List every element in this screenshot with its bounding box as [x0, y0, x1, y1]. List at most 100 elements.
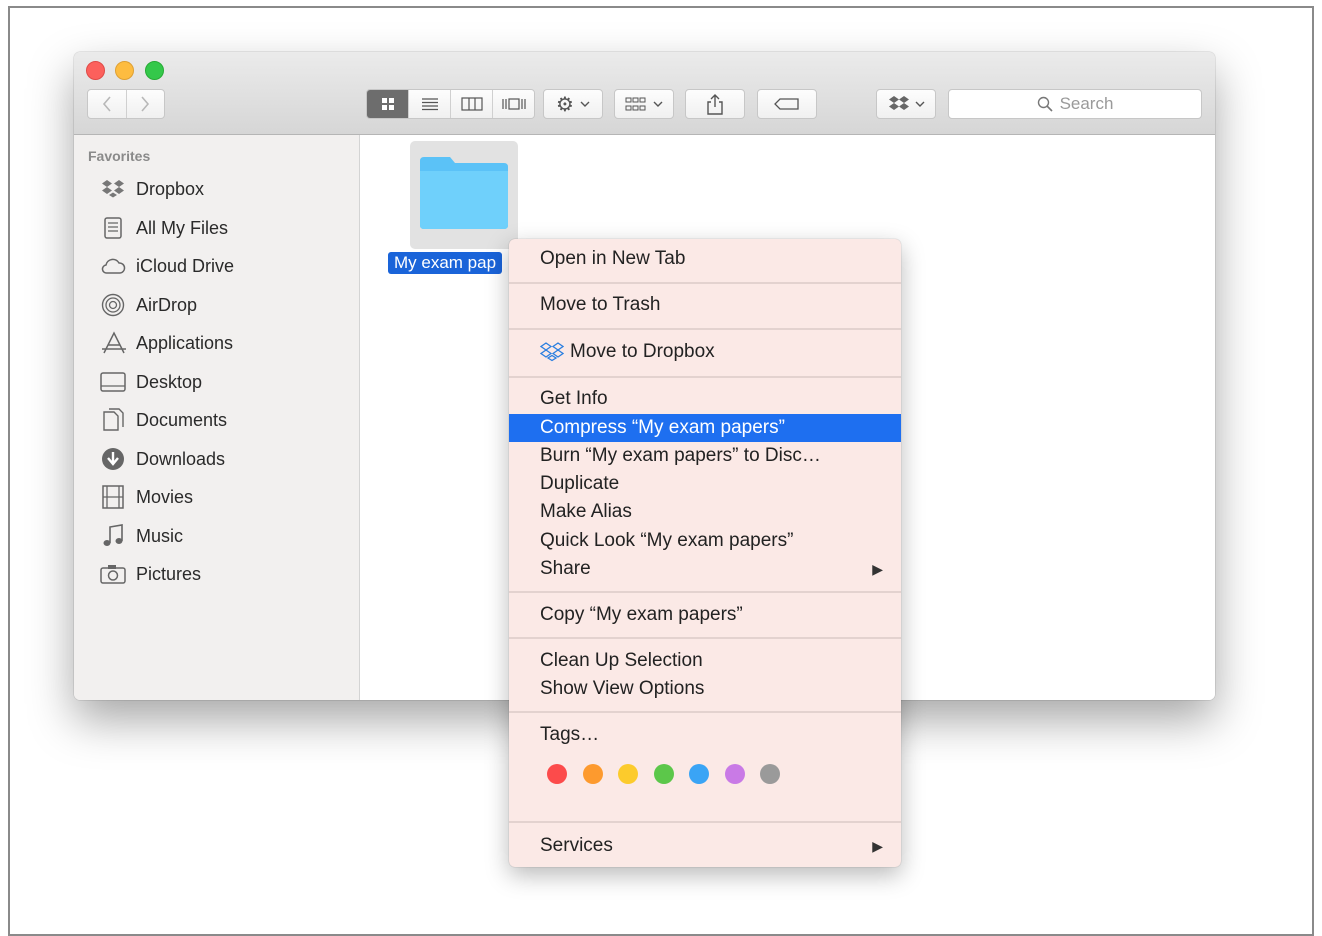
sidebar: Favorites Dropbox All My Files iCloud Dr…	[74, 135, 360, 700]
folder-name-label[interactable]: My exam pap	[388, 252, 503, 274]
minimize-window-button[interactable]	[115, 61, 134, 80]
submenu-arrow-icon: ▶	[872, 838, 883, 854]
folder-icon	[420, 157, 508, 229]
sidebar-item-label: AirDrop	[136, 294, 198, 315]
tag-color-dot[interactable]	[653, 764, 674, 784]
sidebar-item-label: Downloads	[136, 448, 226, 469]
arrange-button[interactable]	[614, 89, 674, 119]
sidebar-item-pictures[interactable]: Pictures	[100, 559, 201, 589]
menu-item-label: Move to Dropbox	[570, 341, 715, 362]
menu-item-get-info[interactable]: Get Info	[509, 385, 901, 413]
cover-flow-button[interactable]	[493, 90, 534, 118]
menu-item-open-in-new-tab[interactable]: Open in New Tab	[509, 245, 901, 273]
menu-separator	[509, 282, 901, 284]
menu-item-copy[interactable]: Copy “My exam papers”	[509, 601, 901, 629]
sidebar-item-label: Documents	[136, 409, 228, 430]
list-view-icon	[421, 98, 438, 111]
forward-button[interactable]	[127, 90, 165, 118]
submenu-arrow-icon: ▶	[872, 561, 883, 577]
menu-item-tags[interactable]: Tags…	[509, 721, 901, 749]
close-window-button[interactable]	[86, 61, 105, 80]
sidebar-item-label: Dropbox	[136, 178, 205, 199]
search-input[interactable]: Search	[948, 89, 1202, 119]
arrange-icon	[625, 97, 646, 111]
menu-item-move-to-trash[interactable]: Move to Trash	[509, 291, 901, 319]
back-forward-group	[87, 89, 165, 119]
action-menu-button[interactable]: ⚙	[543, 89, 603, 119]
sidebar-item-label: All My Files	[136, 217, 229, 238]
sidebar-item-label: Applications	[136, 332, 234, 353]
chevron-left-icon	[102, 96, 111, 112]
menu-item-move-to-dropbox[interactable]: Move to Dropbox	[509, 338, 901, 366]
desktop-icon	[100, 370, 126, 394]
sidebar-item-downloads[interactable]: Downloads	[100, 444, 225, 474]
sidebar-item-label: Music	[136, 525, 184, 546]
dropbox-icon	[888, 96, 909, 110]
share-button[interactable]	[685, 89, 745, 119]
sidebar-item-all-my-files[interactable]: All My Files	[100, 213, 228, 243]
chevron-right-icon	[141, 96, 150, 112]
tag-color-dot[interactable]	[547, 764, 567, 784]
chevron-down-icon	[915, 101, 924, 107]
menu-item-burn-to-disc[interactable]: Burn “My exam papers” to Disc…	[509, 442, 901, 470]
search-placeholder: Search	[1059, 94, 1114, 113]
sidebar-item-label: Movies	[136, 486, 194, 507]
airdrop-icon	[100, 293, 126, 317]
search-icon	[1037, 96, 1053, 112]
sidebar-item-label: Pictures	[136, 563, 202, 584]
folder-item[interactable]	[410, 141, 518, 249]
tag-color-dot[interactable]	[760, 764, 780, 784]
dropbox-icon	[540, 342, 564, 362]
sidebar-item-airdrop[interactable]: AirDrop	[100, 290, 197, 320]
menu-item-quick-look[interactable]: Quick Look “My exam papers”	[509, 527, 901, 555]
view-mode-segmented-control	[366, 89, 535, 119]
list-view-button[interactable]	[409, 90, 451, 118]
sidebar-item-icloud-drive[interactable]: iCloud Drive	[100, 251, 234, 281]
menu-separator	[509, 328, 901, 330]
toolbar: ⚙ Search	[74, 52, 1215, 135]
sidebar-item-desktop[interactable]: Desktop	[100, 367, 202, 397]
cloud-icon	[100, 254, 126, 278]
movies-icon	[100, 485, 126, 509]
back-button[interactable]	[88, 90, 127, 118]
menu-separator	[509, 637, 901, 639]
menu-item-make-alias[interactable]: Make Alias	[509, 498, 901, 526]
tag-color-dot[interactable]	[724, 764, 745, 784]
cover-flow-icon	[501, 98, 526, 110]
sidebar-item-dropbox[interactable]: Dropbox	[100, 174, 204, 204]
menu-item-duplicate[interactable]: Duplicate	[509, 470, 901, 498]
dropbox-icon	[100, 177, 126, 201]
chevron-down-icon	[580, 101, 590, 107]
menu-item-label: Share	[540, 558, 591, 579]
icon-view-icon	[381, 98, 394, 110]
column-view-button[interactable]	[451, 90, 493, 118]
gear-icon: ⚙	[556, 93, 574, 116]
documents-icon	[100, 408, 126, 432]
icon-view-button[interactable]	[367, 90, 409, 118]
edit-tags-button[interactable]	[757, 89, 817, 119]
column-view-icon	[460, 97, 483, 111]
menu-separator	[509, 711, 901, 713]
tag-color-dot[interactable]	[618, 764, 638, 784]
tag-color-dot[interactable]	[582, 764, 603, 784]
tag-icon	[774, 98, 799, 110]
applications-icon	[100, 331, 126, 355]
dropbox-toolbar-button[interactable]	[876, 89, 936, 119]
sidebar-item-documents[interactable]: Documents	[100, 405, 227, 435]
menu-separator	[509, 591, 901, 593]
sidebar-item-movies[interactable]: Movies	[100, 482, 193, 512]
menu-item-services[interactable]: Services ▶	[509, 832, 901, 860]
sidebar-item-applications[interactable]: Applications	[100, 328, 233, 358]
menu-item-compress[interactable]: Compress “My exam papers”	[509, 414, 901, 442]
menu-item-show-view-options[interactable]: Show View Options	[509, 675, 901, 703]
menu-separator	[509, 821, 901, 823]
sidebar-item-music[interactable]: Music	[100, 521, 183, 551]
menu-item-share[interactable]: Share ▶	[509, 555, 901, 583]
tag-color-dot[interactable]	[689, 764, 709, 784]
sidebar-item-label: iCloud Drive	[136, 255, 235, 276]
zoom-window-button[interactable]	[145, 61, 164, 80]
downloads-icon	[100, 447, 126, 471]
chevron-down-icon	[653, 101, 663, 107]
menu-item-clean-up-selection[interactable]: Clean Up Selection	[509, 647, 901, 675]
pictures-icon	[100, 562, 126, 586]
